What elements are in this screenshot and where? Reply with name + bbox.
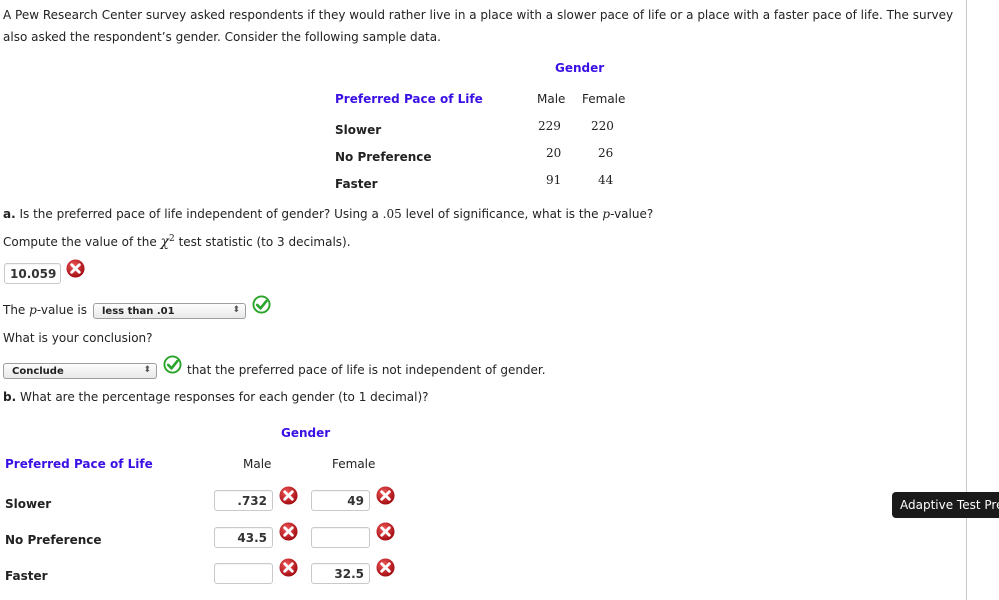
pvalue-label: The p-value is	[3, 303, 87, 317]
male-percentage-input[interactable]: 43.5	[214, 527, 273, 548]
part-b-question: b. What are the percentage responses for…	[3, 390, 429, 404]
part-b-text: What are the percentage responses for ea…	[16, 390, 429, 404]
correct-icon	[252, 295, 271, 314]
conclusion-question: What is your conclusion?	[3, 331, 153, 345]
female-percentage-input[interactable]	[311, 527, 370, 548]
incorrect-icon	[279, 522, 298, 541]
select-arrows-icon: ⬍	[143, 365, 151, 375]
female-percentage-input[interactable]: 49	[311, 490, 370, 511]
incorrect-icon	[376, 486, 395, 505]
data-table-cell: 229	[538, 119, 561, 133]
label-text: The	[3, 303, 30, 317]
conclusion-text: that the preferred pace of life is not i…	[187, 363, 546, 377]
p-symbol: p	[29, 303, 37, 317]
part-a-prefix: a.	[3, 207, 16, 221]
prompt-text: test statistic (to 3 decimals).	[174, 235, 351, 249]
p-symbol: p	[602, 207, 611, 221]
female-percentage-input[interactable]: 32.5	[311, 563, 370, 584]
incorrect-icon	[376, 558, 395, 577]
part-a-text: level of significance, what is the	[401, 207, 603, 221]
chi-square-input[interactable]: 10.059	[4, 263, 61, 284]
part-a-text: Is the preferred pace of life independen…	[15, 207, 383, 221]
significance-level: .05	[382, 207, 402, 221]
data-table-col-male: Male	[537, 92, 566, 106]
part-a-question: a. Is the preferred pace of life indepen…	[3, 207, 653, 221]
incorrect-icon	[376, 522, 395, 541]
chi-square-prompt: Compute the value of the χ2 test statist…	[3, 234, 351, 250]
percentage-table-col-female: Female	[332, 457, 376, 471]
data-table-cell: 91	[546, 173, 562, 187]
data-table-cell: 44	[598, 173, 614, 187]
data-table-cell: 220	[591, 119, 614, 133]
prompt-text: Compute the value of the	[3, 235, 161, 249]
conclusion-select[interactable]: Conclude ⬍	[3, 363, 157, 379]
percentage-table-col-male: Male	[243, 457, 272, 471]
percentage-row-label: Slower	[5, 497, 52, 511]
percentage-table-group-header: Gender	[281, 426, 331, 440]
pvalue-selected-option: less than .01	[102, 306, 175, 317]
data-table-row-header: Preferred Pace of Life	[335, 92, 483, 106]
percentage-row-label: Faster	[5, 569, 48, 583]
pvalue-select[interactable]: less than .01 ⬍	[93, 303, 246, 319]
part-a-text: -value?	[610, 207, 654, 221]
select-arrows-icon: ⬍	[232, 305, 240, 315]
data-table-group-header: Gender	[555, 61, 605, 75]
incorrect-icon	[66, 259, 85, 278]
intro-text: A Pew Research Center survey asked respo…	[3, 8, 954, 44]
percentage-table-row-header: Preferred Pace of Life	[5, 457, 153, 471]
chi-symbol: χ	[160, 234, 170, 250]
incorrect-icon	[279, 486, 298, 505]
data-table-col-female: Female	[582, 92, 626, 106]
correct-icon	[163, 355, 182, 374]
adaptive-test-prep-tab[interactable]: Adaptive Test Prep	[892, 492, 999, 518]
male-percentage-input[interactable]: .732	[214, 490, 273, 511]
male-percentage-input[interactable]	[214, 563, 273, 584]
incorrect-icon	[279, 558, 298, 577]
data-table-row-label: No Preference	[335, 150, 432, 164]
data-table-row-label: Faster	[335, 177, 378, 191]
part-b-prefix: b.	[3, 390, 17, 404]
percentage-row-label: No Preference	[5, 533, 102, 547]
label-text: -value is	[36, 303, 88, 317]
data-table-cell: 26	[598, 146, 614, 160]
conclusion-selected-option: Conclude	[12, 366, 64, 377]
data-table-cell: 20	[546, 146, 562, 160]
data-table-row-label: Slower	[335, 123, 382, 137]
